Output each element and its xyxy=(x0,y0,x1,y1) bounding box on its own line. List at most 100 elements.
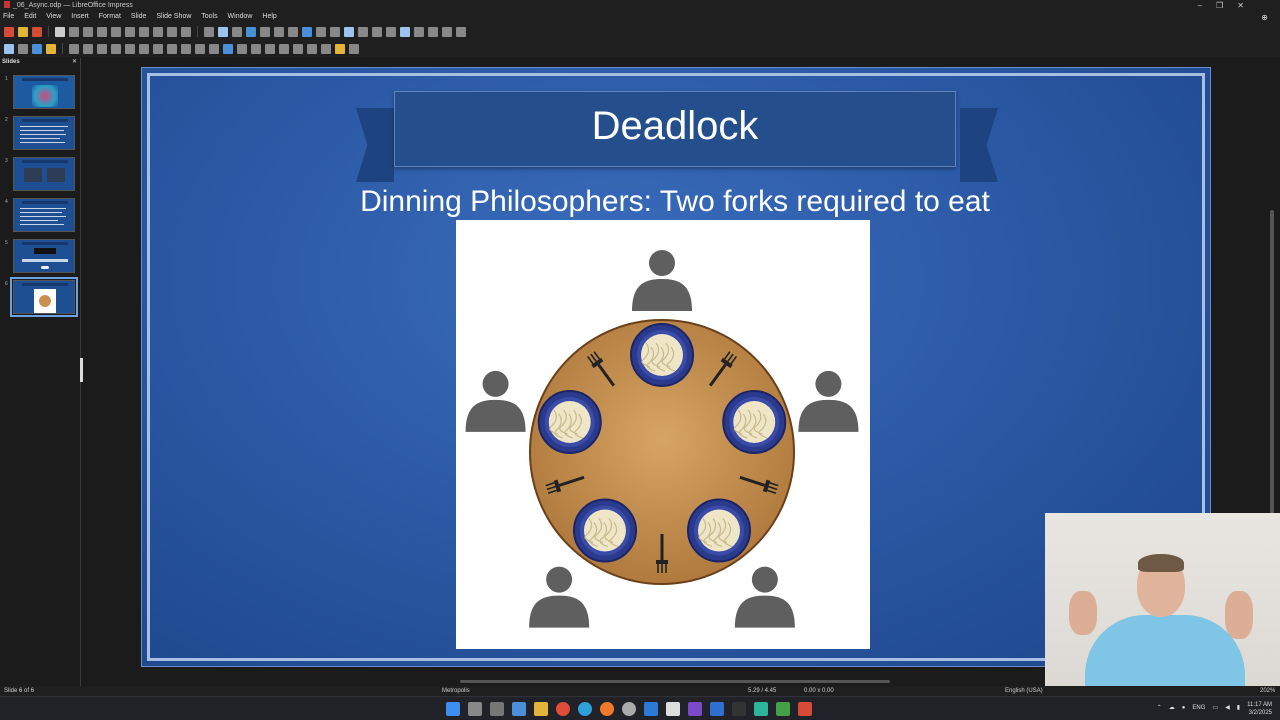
hyperlink-icon[interactable] xyxy=(386,26,396,37)
slide-thumbnail-6[interactable]: 6 xyxy=(5,277,78,317)
display-views-icon[interactable] xyxy=(232,26,242,37)
master-slide-name[interactable]: Metropolis xyxy=(442,686,470,696)
battery-icon[interactable]: ▮ xyxy=(1237,704,1240,711)
input-language[interactable]: ENG xyxy=(1192,705,1205,711)
show-draw-functions-icon[interactable] xyxy=(400,26,410,37)
print-icon[interactable] xyxy=(69,26,79,37)
menu-slide-show[interactable]: Slide Show xyxy=(156,13,191,20)
chevron-up-icon[interactable]: ⌃ xyxy=(1157,704,1162,711)
slide-thumbnail-4[interactable]: 4 xyxy=(5,198,75,232)
slide-thumbnail-5[interactable]: 5 xyxy=(5,239,75,273)
menu-slide[interactable]: Slide xyxy=(131,13,147,20)
shadow-icon[interactable] xyxy=(293,43,303,54)
visual-studio-icon[interactable] xyxy=(688,702,702,716)
edge-icon[interactable] xyxy=(578,702,592,716)
text-box-icon[interactable] xyxy=(344,26,354,37)
menu-format[interactable]: Format xyxy=(99,13,121,20)
slide-thumbnail-1[interactable]: 1 xyxy=(5,75,75,109)
new-icon[interactable] xyxy=(4,26,14,37)
slide-subtitle[interactable]: Dinning Philosophers: Two forks required… xyxy=(242,185,1108,219)
maximize-button[interactable]: ❐ xyxy=(1216,1,1237,10)
menu-insert[interactable]: Insert xyxy=(71,13,89,20)
filter-icon[interactable] xyxy=(321,43,331,54)
arrange-icon[interactable] xyxy=(265,43,275,54)
curve-icon[interactable] xyxy=(125,43,135,54)
horizontal-scrollbar[interactable] xyxy=(460,680,890,683)
find-replace-icon[interactable] xyxy=(167,26,177,37)
save-icon[interactable] xyxy=(32,26,42,37)
menu-tools[interactable]: Tools xyxy=(201,13,217,20)
image-icon[interactable] xyxy=(302,26,312,37)
select-icon[interactable] xyxy=(4,43,14,54)
crop-icon[interactable] xyxy=(307,43,317,54)
master-slide-icon[interactable] xyxy=(246,26,256,37)
export-pdf-icon[interactable] xyxy=(55,26,65,37)
media-icon[interactable] xyxy=(316,26,326,37)
slide-thumbnail-2[interactable]: 2 xyxy=(5,116,75,150)
language[interactable]: English (USA) xyxy=(1005,686,1043,696)
libreoffice-calc-icon[interactable] xyxy=(776,702,790,716)
slide-transition-icon[interactable] xyxy=(456,26,466,37)
distribute-icon[interactable] xyxy=(279,43,289,54)
start-icon[interactable] xyxy=(446,702,460,716)
open-icon[interactable] xyxy=(18,26,28,37)
notepad-icon[interactable] xyxy=(666,702,680,716)
menu-file[interactable]: File xyxy=(3,13,14,20)
redo-icon[interactable] xyxy=(153,26,163,37)
start-current-slide-icon[interactable] xyxy=(274,26,284,37)
menu-edit[interactable]: Edit xyxy=(24,13,36,20)
glue-points-icon[interactable] xyxy=(349,43,359,54)
connector-icon[interactable] xyxy=(139,43,149,54)
basic-shapes-icon[interactable] xyxy=(153,43,163,54)
display-grid-icon[interactable] xyxy=(204,26,214,37)
duplicate-slide-icon[interactable] xyxy=(428,26,438,37)
cloud-icon[interactable]: ☁ xyxy=(1169,704,1175,711)
slide-thumbnail-3[interactable]: 3 xyxy=(5,157,75,191)
minimize-button[interactable]: – xyxy=(1198,1,1216,10)
menu-view[interactable]: View xyxy=(46,13,61,20)
volume-icon[interactable]: ◀ xyxy=(1225,704,1230,711)
cut-icon[interactable] xyxy=(83,26,93,37)
block-arrows-icon[interactable] xyxy=(181,43,191,54)
search-icon[interactable] xyxy=(468,702,482,716)
close-pane-icon[interactable]: ✕ xyxy=(72,58,77,67)
fontwork-icon[interactable] xyxy=(372,26,382,37)
line-icon[interactable] xyxy=(69,43,79,54)
transformations-icon[interactable] xyxy=(335,43,345,54)
close-button[interactable]: ✕ xyxy=(1237,1,1258,10)
paste-icon[interactable] xyxy=(111,26,121,37)
dining-philosophers-image[interactable] xyxy=(456,220,870,649)
align-icon[interactable] xyxy=(251,43,261,54)
undo-icon[interactable] xyxy=(139,26,149,37)
ellipse-icon[interactable] xyxy=(97,43,107,54)
rectangle-icon[interactable] xyxy=(83,43,93,54)
clock[interactable]: 11:17 AM 3/2/2025 xyxy=(1247,701,1272,717)
firefox-icon[interactable] xyxy=(600,702,614,716)
symbol-shapes-icon[interactable] xyxy=(167,43,177,54)
slide-title[interactable]: Deadlock xyxy=(394,104,956,149)
zoom-level[interactable]: 202% xyxy=(1260,686,1275,696)
chrome-icon[interactable] xyxy=(556,702,570,716)
menu-help[interactable]: Help xyxy=(262,13,276,20)
arrow-icon[interactable] xyxy=(111,43,121,54)
zoom-icon[interactable] xyxy=(18,43,28,54)
copy-icon[interactable] xyxy=(97,26,107,37)
widgets-icon[interactable] xyxy=(512,702,526,716)
spelling-icon[interactable] xyxy=(181,26,191,37)
line-color-icon[interactable] xyxy=(32,43,42,54)
settings-icon[interactable] xyxy=(622,702,636,716)
table-icon[interactable] xyxy=(288,26,298,37)
3d-objects-icon[interactable] xyxy=(223,43,233,54)
callouts-icon[interactable] xyxy=(209,43,219,54)
vscode-icon[interactable] xyxy=(644,702,658,716)
slide-layout-icon[interactable] xyxy=(414,26,424,37)
terminal-icon[interactable] xyxy=(732,702,746,716)
network-icon[interactable]: ▭ xyxy=(1212,704,1218,711)
special-character-icon[interactable] xyxy=(358,26,368,37)
file-explorer-icon[interactable] xyxy=(534,702,548,716)
store-icon[interactable] xyxy=(754,702,768,716)
menu-window[interactable]: Window xyxy=(228,13,253,20)
stars-icon[interactable] xyxy=(195,43,205,54)
helplines-icon[interactable] xyxy=(218,26,228,37)
microphone-icon[interactable]: ● xyxy=(1182,705,1186,711)
